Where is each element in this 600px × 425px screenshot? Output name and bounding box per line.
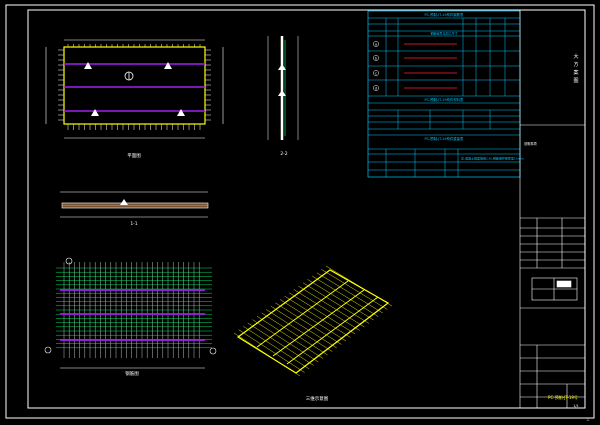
rebar-grid bbox=[56, 262, 212, 358]
weight-table-title: PC-预制-JT-19构件重量表 bbox=[425, 136, 464, 141]
axo-rebar-line bbox=[298, 285, 365, 328]
plan-section-marker bbox=[91, 109, 99, 116]
rebar-mark-c: c bbox=[375, 72, 377, 76]
drawing-number: PC-预制-JT-19号 bbox=[548, 394, 578, 400]
title-side-char: 方 bbox=[573, 61, 578, 68]
notes-label: 说明事项 bbox=[524, 141, 538, 146]
axo-rebar-line bbox=[289, 292, 356, 335]
section-2-2-label: 2-2 bbox=[280, 151, 287, 157]
axonometric-view: 三维示意图 bbox=[233, 265, 393, 402]
plan-view: 平面图 bbox=[45, 39, 224, 159]
axo-rebar-line bbox=[307, 279, 374, 321]
title-side-char: 图 bbox=[573, 78, 578, 84]
title-side-char: 大 bbox=[573, 53, 578, 60]
axo-inner-line bbox=[272, 289, 365, 357]
axo-rebar-line bbox=[302, 282, 370, 324]
axo-rebar-line bbox=[316, 272, 383, 314]
plan-section-marker bbox=[164, 62, 172, 69]
drawing-sheet: 平面图 2-2 1-1 钢筋图 三维示意图 PC-预制-JT-19构件钢筋表 钢… bbox=[5, 4, 595, 421]
rebar-table bbox=[367, 10, 521, 178]
section-view-2-2: 2-2 bbox=[267, 36, 299, 157]
rebar-view-label: 钢筋图 bbox=[125, 370, 139, 377]
axo-rebar-line bbox=[275, 302, 342, 345]
sheet-frame bbox=[5, 4, 595, 419]
axonometric-label: 三维示意图 bbox=[306, 395, 329, 402]
plan-slab-outline bbox=[63, 46, 206, 125]
drawing-border bbox=[27, 9, 586, 409]
axo-rebar-line bbox=[293, 289, 360, 331]
axo-rebar-line bbox=[321, 269, 388, 310]
rebar-mark-b: b bbox=[375, 57, 377, 61]
section-view-1-1: 1-1 bbox=[60, 191, 209, 227]
plan-section-marker bbox=[84, 62, 92, 69]
section-1-1-label: 1-1 bbox=[130, 221, 137, 227]
axo-inner-line bbox=[256, 280, 349, 348]
rebar-view: 钢筋图 bbox=[44, 257, 217, 377]
rebar-mark-a: a bbox=[375, 43, 377, 47]
title-side-char: 案 bbox=[573, 69, 578, 76]
plan-section-marker bbox=[177, 109, 185, 116]
rebar-callout-c bbox=[209, 347, 217, 355]
axo-rebar-line bbox=[284, 295, 351, 338]
rebar-mark-d: d bbox=[375, 87, 377, 91]
rebar-table-title: PC-预制-JT-19构件钢筋表 bbox=[425, 12, 464, 17]
table-remark: 注:混凝土强度等级C30,钢筋保护层厚度15mm. bbox=[461, 156, 525, 161]
axo-rebar-line bbox=[279, 299, 347, 342]
sheet-number: 1/1 bbox=[573, 404, 578, 408]
rebar-callout-b bbox=[44, 346, 52, 354]
plan-view-label: 平面图 bbox=[127, 153, 141, 159]
section-1-1-marker bbox=[120, 199, 128, 205]
axo-rebar-line bbox=[312, 275, 379, 317]
rebar-table-subtitle: 钢筋编号与加工尺寸 bbox=[430, 31, 457, 36]
qty-table-title: PC-预制-JT-19构件材料表 bbox=[425, 97, 464, 102]
